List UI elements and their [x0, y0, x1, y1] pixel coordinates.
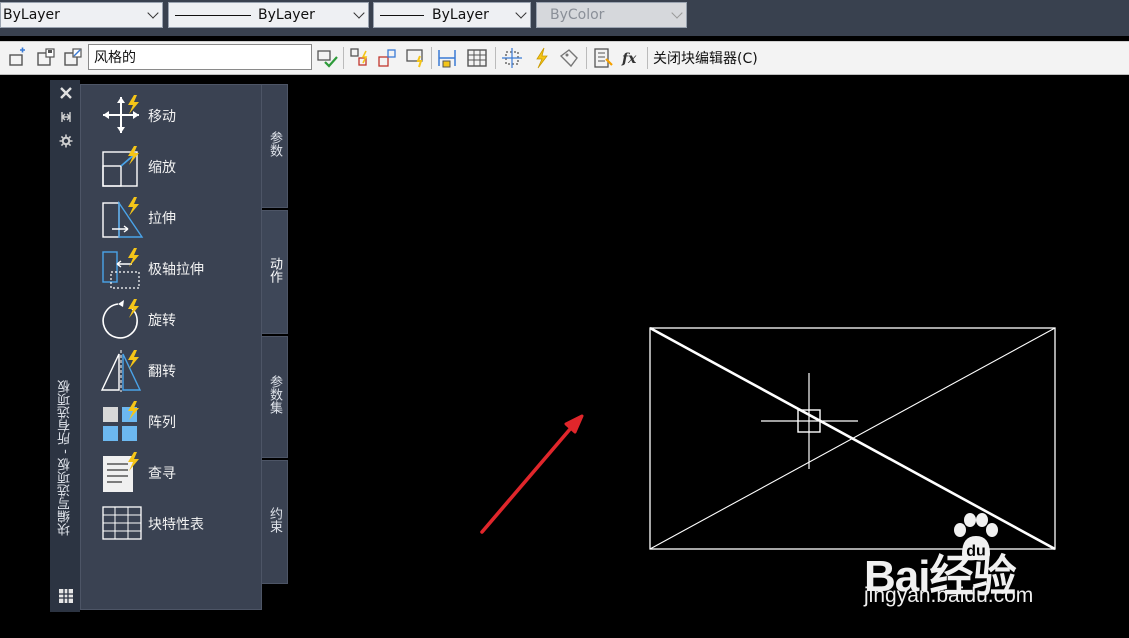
chevron-down-icon: [515, 7, 527, 19]
test-block-icon[interactable]: [316, 47, 338, 69]
red-arrow-annotation: [480, 414, 584, 534]
lineweight-value: ByLayer: [432, 7, 489, 23]
watermark-url: jingyan.baidu.com: [864, 584, 1034, 607]
save-block-icon[interactable]: [35, 47, 57, 69]
chevron-down-icon: [671, 7, 683, 19]
block-table-icon[interactable]: [466, 47, 488, 69]
layer-dropdown[interactable]: ByLayer: [0, 2, 163, 28]
attribute-tag-icon[interactable]: [558, 47, 580, 69]
linetype-dropdown[interactable]: ByLayer: [168, 2, 369, 28]
authoring-palettes-icon[interactable]: [349, 47, 371, 69]
toolbar-separator: [431, 47, 432, 69]
lineweight-dropdown[interactable]: ByLayer: [373, 2, 531, 28]
action-icon[interactable]: [405, 47, 427, 69]
toolbar-separator: [495, 47, 496, 69]
crosshair-cursor: [761, 373, 858, 469]
plotstyle-dropdown: ByColor: [536, 2, 687, 28]
toolbar-separator: [586, 47, 587, 69]
edit-block-icon[interactable]: [7, 47, 29, 69]
linetype-value: ByLayer: [258, 7, 315, 23]
lightning-icon[interactable]: [530, 47, 552, 69]
block-name-field[interactable]: [88, 44, 312, 70]
lineweight-swatch: [380, 15, 424, 16]
define-attribute-icon[interactable]: [436, 47, 458, 69]
close-block-editor-button[interactable]: 关闭块编辑器(C): [653, 48, 758, 68]
svg-text:fx: fx: [621, 51, 637, 67]
block-editor-toolbar: fx 关闭块编辑器(C): [0, 41, 1129, 75]
save-block-as-icon[interactable]: [62, 47, 84, 69]
chevron-down-icon: [353, 7, 365, 19]
linetype-swatch: [175, 15, 251, 16]
function-fx-icon[interactable]: fx: [620, 47, 642, 69]
properties-toolbar: ByLayer ByLayer ByLayer ByColor: [0, 0, 1129, 36]
layer-value: ByLayer: [3, 7, 60, 23]
visibility-icon[interactable]: [501, 47, 523, 69]
manager-icon[interactable]: [592, 47, 614, 69]
chevron-down-icon: [147, 7, 159, 19]
plotstyle-value: ByColor: [550, 7, 605, 23]
toolbar-separator: [647, 47, 648, 69]
parameter-icon[interactable]: [377, 47, 399, 69]
toolbar-separator: [343, 47, 344, 69]
